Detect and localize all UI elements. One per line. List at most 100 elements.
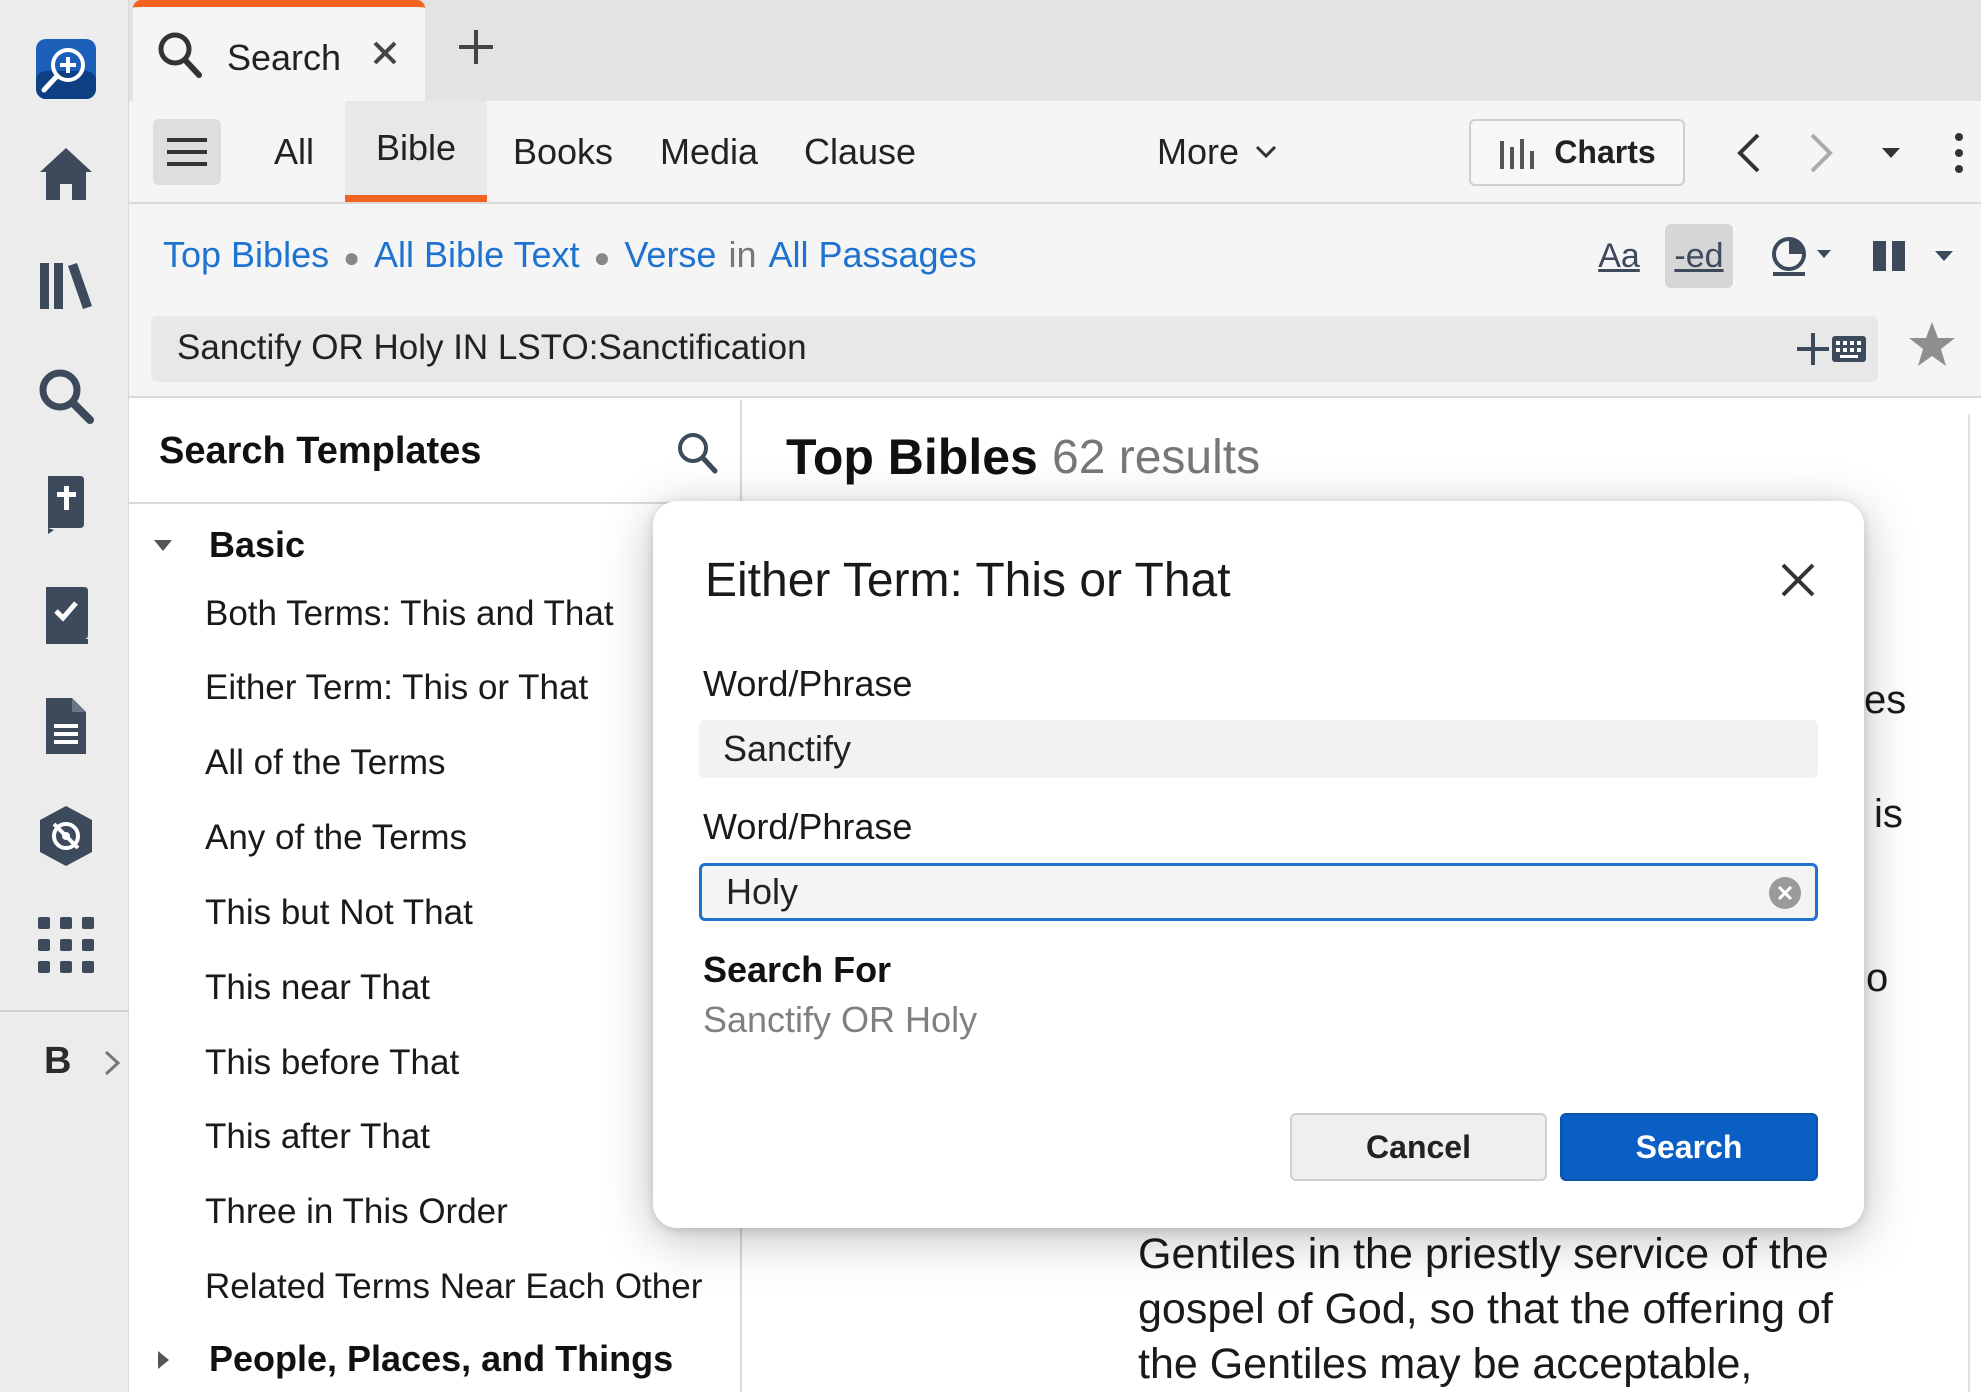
- add-tab-icon[interactable]: [455, 26, 497, 68]
- template-group-people-places-things[interactable]: People, Places, and Things: [209, 1338, 673, 1380]
- font-size-icon[interactable]: Aa: [1593, 224, 1645, 288]
- template-dialog: Either Term: This or That Word/Phrase Wo…: [653, 501, 1864, 1228]
- word-phrase-input-2[interactable]: [726, 869, 1726, 915]
- search-icon[interactable]: [29, 359, 103, 433]
- template-item[interactable]: Three in This Order: [205, 1192, 508, 1232]
- word-phrase-label-1: Word/Phrase: [703, 663, 913, 704]
- search-button[interactable]: Search: [1560, 1113, 1818, 1181]
- clear-input-icon[interactable]: [1768, 876, 1802, 910]
- bar-chart-icon: [1500, 138, 1535, 169]
- template-item[interactable]: This after That: [205, 1117, 430, 1157]
- app-window: B Search All Bible Books Media Clause Mo…: [0, 0, 1981, 1392]
- search-toolbar: All Bible Books Media Clause More Charts: [129, 101, 1981, 204]
- template-item[interactable]: This near That: [205, 968, 430, 1008]
- bold-shortcut-label[interactable]: B: [44, 1040, 71, 1083]
- result-text-fragment: o: [1866, 956, 1889, 1000]
- app-logo-icon[interactable]: [29, 32, 103, 106]
- caret-down-icon[interactable]: [151, 534, 175, 558]
- template-item[interactable]: Related Terms Near Each Other: [205, 1267, 702, 1307]
- home-icon[interactable]: [29, 137, 103, 211]
- add-term-icon[interactable]: [1795, 329, 1831, 369]
- separator-dot: ●: [343, 242, 361, 273]
- search-for-value: Sanctify OR Holy: [703, 999, 978, 1040]
- charts-label: Charts: [1554, 134, 1656, 170]
- panel-divider: [129, 502, 742, 504]
- bible-icon[interactable]: [29, 467, 103, 541]
- chevron-right-icon[interactable]: [100, 1048, 124, 1078]
- template-item[interactable]: This before That: [205, 1043, 459, 1083]
- word-phrase-field-1[interactable]: [699, 720, 1818, 778]
- search-query-text: Sanctify OR Holy IN LSTO:Sanctification: [177, 328, 807, 367]
- tab-media[interactable]: Media: [653, 101, 765, 202]
- search-for-label: Search For: [703, 949, 892, 990]
- document-icon[interactable]: [29, 689, 103, 763]
- factbook-icon[interactable]: [29, 799, 103, 873]
- template-item[interactable]: Any of the Terms: [205, 818, 467, 858]
- word-phrase-field-2[interactable]: [699, 863, 1818, 921]
- more-dropdown[interactable]: More: [1157, 101, 1279, 202]
- tab-bar: Search: [129, 0, 1981, 101]
- charts-button[interactable]: Charts: [1469, 119, 1685, 186]
- template-item[interactable]: This but Not That: [205, 893, 473, 933]
- rail-divider: [0, 1010, 129, 1012]
- search-icon[interactable]: [675, 430, 719, 476]
- more-options-icon[interactable]: [1935, 125, 1981, 181]
- dialog-title: Either Term: This or That: [705, 554, 1231, 607]
- favorite-star-icon[interactable]: [1907, 320, 1957, 368]
- search-scope-bar: Top Bibles ● All Bible Text ● Verse in All Pas…: [129, 204, 1981, 312]
- reading-plan-icon[interactable]: [29, 578, 103, 652]
- results-count: 62 results: [1052, 431, 1261, 484]
- tab-bible[interactable]: Bible: [345, 101, 487, 202]
- separator-dot: ●: [593, 242, 611, 273]
- chevron-down-icon: [1255, 145, 1277, 158]
- template-item[interactable]: Both Terms: This and That: [205, 594, 614, 634]
- keyboard-icon[interactable]: [1831, 335, 1867, 363]
- inflections-toggle-icon[interactable]: -ed: [1665, 224, 1733, 288]
- results-title: Top Bibles: [786, 429, 1038, 485]
- result-verse-line: gospel of God, so that the offering of: [1138, 1285, 1833, 1333]
- template-item[interactable]: All of the Terms: [205, 743, 446, 783]
- cancel-button[interactable]: Cancel: [1290, 1113, 1547, 1181]
- font-size-label: Aa: [1598, 236, 1640, 275]
- scope-verse-link[interactable]: Verse: [624, 234, 716, 275]
- scope-top-bibles-link[interactable]: Top Bibles: [163, 234, 329, 275]
- inflections-label: -ed: [1674, 236, 1724, 275]
- result-text-fragment: is: [1874, 792, 1903, 836]
- library-icon[interactable]: [29, 248, 103, 322]
- search-query-input[interactable]: Sanctify OR Holy IN LSTO:Sanctification: [151, 316, 1878, 382]
- template-item[interactable]: Either Term: This or That: [205, 668, 588, 708]
- forward-icon[interactable]: [1797, 125, 1845, 181]
- search-templates-panel: Search Templates Basic Both Terms: This …: [129, 400, 742, 1392]
- scope-all-bible-text-link[interactable]: All Bible Text: [374, 234, 579, 275]
- caret-right-icon[interactable]: [151, 1348, 175, 1372]
- template-group-basic[interactable]: Basic: [209, 524, 305, 566]
- word-phrase-label-2: Word/Phrase: [703, 806, 913, 847]
- tab-search[interactable]: Search: [133, 0, 425, 101]
- search-icon: [158, 32, 202, 78]
- scope-all-passages-link[interactable]: All Passages: [768, 234, 976, 275]
- templates-title: Search Templates: [159, 430, 482, 472]
- scope-in-label: in: [728, 234, 757, 275]
- tab-clause[interactable]: Clause: [797, 101, 923, 202]
- columns-icon[interactable]: [1871, 224, 1907, 288]
- results-scrollbar[interactable]: [1968, 414, 1970, 1392]
- history-dropdown-icon[interactable]: [1867, 125, 1915, 181]
- close-tab-icon[interactable]: [367, 35, 403, 71]
- query-row: Sanctify OR Holy IN LSTO:Sanctification: [129, 312, 1981, 398]
- more-label: More: [1157, 130, 1240, 172]
- hamburger-icon: [167, 138, 207, 166]
- layout-dropdown-icon[interactable]: [1933, 224, 1955, 288]
- result-text-fragment: es: [1864, 678, 1907, 722]
- close-dialog-icon[interactable]: [1777, 559, 1819, 601]
- apps-grid-icon[interactable]: [29, 908, 103, 982]
- panel-menu-button[interactable]: [153, 119, 221, 185]
- result-verse-line: Gentiles in the priestly service of the: [1138, 1230, 1829, 1278]
- back-icon[interactable]: [1725, 125, 1773, 181]
- left-rail: B: [0, 0, 129, 1392]
- tab-books[interactable]: Books: [501, 101, 625, 202]
- scope-breadcrumb: Top Bibles ● All Bible Text ● Verse in All Pas…: [163, 234, 977, 276]
- visual-filter-icon[interactable]: [1769, 224, 1841, 288]
- result-verse-line: the Gentiles may be acceptable,: [1138, 1340, 1753, 1388]
- word-phrase-input-1[interactable]: [723, 726, 1723, 772]
- tab-all[interactable]: All: [259, 101, 329, 202]
